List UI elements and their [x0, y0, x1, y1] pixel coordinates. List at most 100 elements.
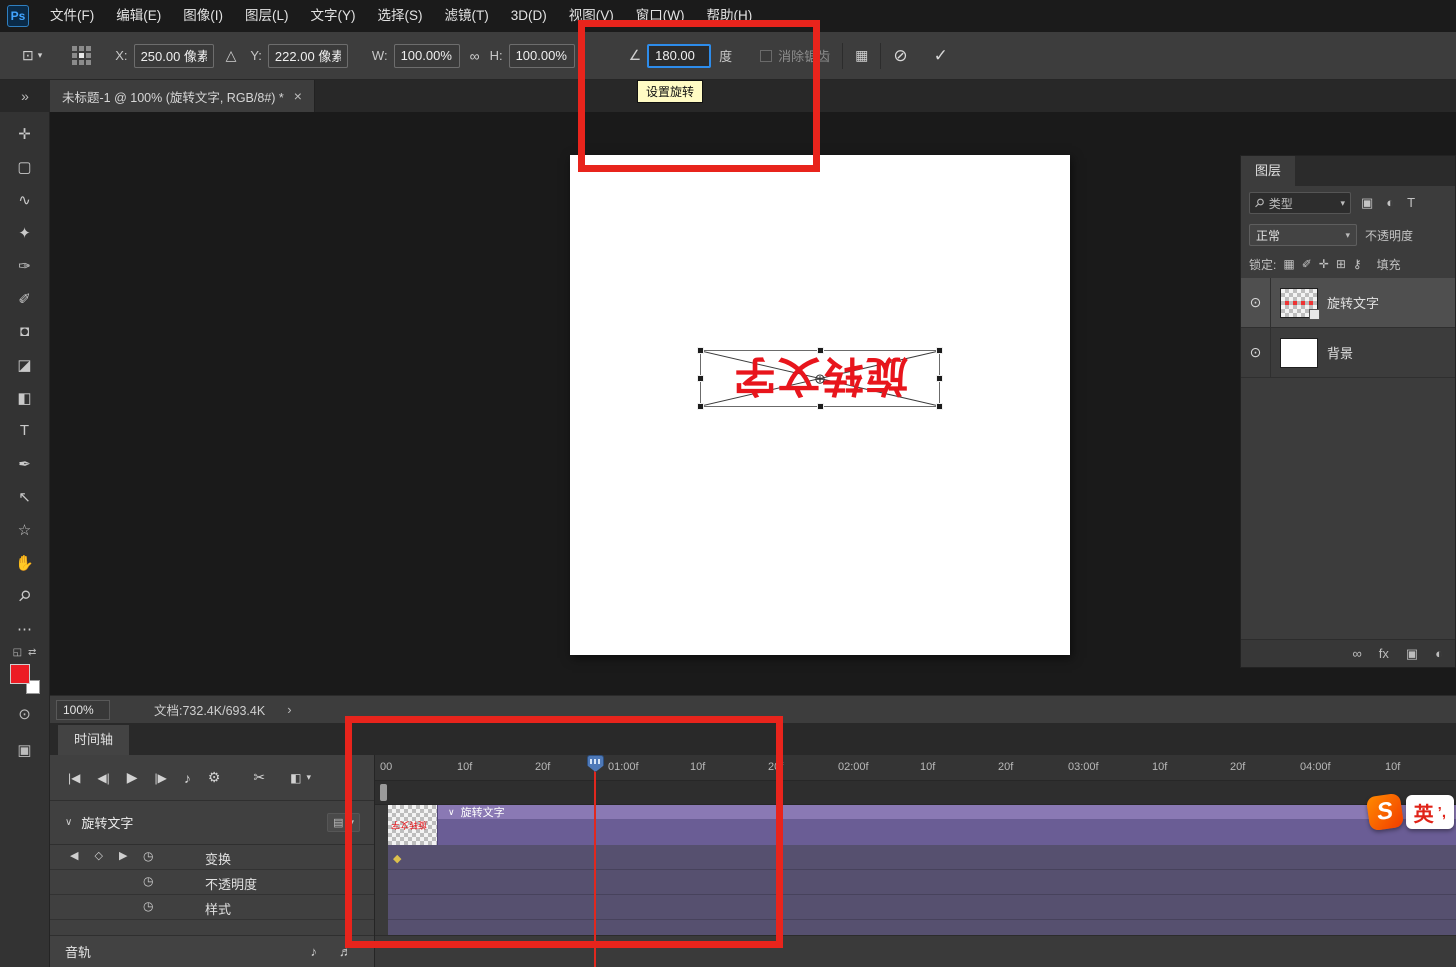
adjustment-layer-icon[interactable]: ◐ [1435, 646, 1443, 661]
timeline-ruler[interactable]: 00 10f 20f 01:00f 10f 20f 02:00f 10f 20f… [375, 755, 1456, 781]
transform-handle[interactable] [697, 403, 704, 410]
brush-tool[interactable]: ✐ [0, 282, 50, 315]
previous-keyframe-button[interactable]: ◀ [70, 849, 78, 862]
tab-timeline[interactable]: 时间轴 [58, 725, 130, 755]
link-dimensions-icon[interactable]: ∞ [470, 48, 480, 64]
marquee-tool[interactable]: ▢ [0, 150, 50, 183]
layer-row-rotated-text[interactable]: ⊙ 旋转文字 [1241, 278, 1455, 328]
audio-track-area[interactable] [375, 935, 1456, 967]
blend-mode-select[interactable]: 正常 ▾ [1249, 224, 1357, 246]
audio-speaker-icon[interactable]: ♪ [311, 944, 318, 959]
chevron-down-icon[interactable]: ∨ [448, 807, 455, 818]
stopwatch-icon[interactable]: ◷ [143, 849, 153, 863]
add-audio-icon[interactable]: ♬ [339, 944, 352, 959]
filter-adjustment-icon[interactable]: ◐ [1386, 195, 1394, 211]
layer-filter-select[interactable]: ⚲ 类型 ▾ [1249, 192, 1351, 214]
reference-point-locator[interactable] [72, 46, 92, 65]
clone-stamp-tool[interactable]: ◘ [0, 315, 50, 348]
antialias-checkbox[interactable] [760, 49, 773, 62]
split-clip-button[interactable]: ✂ [253, 769, 265, 786]
transform-center-point[interactable]: ⊕ [814, 370, 826, 387]
ime-language-bar[interactable]: 英 ’, [1405, 795, 1454, 829]
transform-track[interactable] [388, 845, 1456, 870]
keyframe-diamond-icon[interactable]: ◆ [393, 852, 401, 865]
layer-visibility-toggle[interactable]: ⊙ [1241, 328, 1271, 377]
property-track-area[interactable]: ◆ [388, 845, 1456, 935]
track-header-rotated-text[interactable]: ∨ 旋转文字 ▤ ▾ [50, 801, 374, 845]
eyedropper-tool[interactable]: ✑ [0, 249, 50, 282]
timeline-settings-button[interactable]: ⚙ [208, 769, 221, 786]
style-track[interactable] [388, 895, 1456, 920]
pen-tool[interactable]: ✒ [0, 447, 50, 480]
quick-selection-tool[interactable]: ✦ [0, 216, 50, 249]
menu-type[interactable]: 文字(Y) [300, 0, 367, 32]
track-options-button[interactable]: ▤ ▾ [327, 813, 360, 832]
type-tool[interactable]: T [0, 414, 50, 447]
tab-layers[interactable]: 图层 [1241, 156, 1296, 186]
go-to-start-button[interactable]: |◀ [68, 771, 80, 785]
custom-shape-tool[interactable]: ☆ [0, 513, 50, 546]
collapse-panels-icon[interactable]: » [0, 88, 50, 104]
ime-language-label[interactable]: 英 [1414, 798, 1434, 827]
layer-thumbnail[interactable] [1280, 337, 1318, 368]
stopwatch-icon[interactable]: ◷ [143, 899, 153, 913]
video-clip-rotated-text[interactable]: ∨ 旋转文字 旋转文字 [388, 805, 1456, 845]
audio-track-row[interactable]: 音轨 ♪ ♬ [50, 935, 374, 967]
work-area-start-handle[interactable] [380, 784, 387, 801]
next-keyframe-button[interactable]: ▶ [119, 849, 127, 862]
lock-all-icon[interactable]: ⚷ [1353, 257, 1362, 271]
document-tab[interactable]: 未标题-1 @ 100% (旋转文字, RGB/8#) * × [50, 80, 315, 112]
transform-handle[interactable] [817, 347, 824, 354]
document-canvas[interactable]: 旋转文字 ⊕ [570, 155, 1070, 655]
transform-handle[interactable] [936, 375, 943, 382]
warp-mode-button[interactable]: ▦ [855, 47, 868, 64]
lasso-tool[interactable]: ∿ [0, 183, 50, 216]
mute-audio-button[interactable]: ♪ [184, 770, 191, 786]
previous-frame-button[interactable]: ◀| [97, 771, 109, 785]
lock-paint-icon[interactable]: ✐ [1302, 257, 1312, 271]
more-tools-button[interactable]: ⋯ [0, 612, 50, 645]
hand-tool[interactable]: ✋ [0, 546, 50, 579]
menu-view[interactable]: 视图(V) [558, 0, 625, 32]
filter-type-icon[interactable]: T [1407, 195, 1415, 211]
menu-help[interactable]: 帮助(H) [695, 0, 763, 32]
filter-pixel-icon[interactable]: ▣ [1361, 195, 1373, 211]
status-expand-icon[interactable]: › [287, 702, 291, 717]
layer-style-fx-icon[interactable]: fx [1379, 646, 1389, 661]
ime-logo[interactable]: S [1365, 792, 1404, 832]
eraser-tool[interactable]: ◪ [0, 348, 50, 381]
color-swatches[interactable] [9, 664, 40, 694]
add-keyframe-button[interactable]: ◇ [94, 849, 102, 862]
menu-edit[interactable]: 编辑(E) [105, 0, 172, 32]
stopwatch-icon[interactable]: ◷ [143, 874, 153, 888]
layer-mask-icon[interactable]: ▣ [1406, 646, 1418, 662]
gradient-tool[interactable]: ◧ [0, 381, 50, 414]
swap-colors-icon[interactable]: ⇄ [28, 647, 36, 658]
transform-handle[interactable] [936, 347, 943, 354]
y-input[interactable] [267, 43, 348, 68]
foreground-color-swatch[interactable] [9, 664, 30, 684]
quick-mask-button[interactable]: ⊙ [0, 698, 50, 730]
x-input[interactable] [133, 43, 214, 68]
chevron-down-icon[interactable]: ∨ [65, 817, 72, 828]
transform-handle[interactable] [697, 375, 704, 382]
opacity-track[interactable] [388, 870, 1456, 895]
transform-handle[interactable] [817, 403, 824, 410]
menu-3d[interactable]: 3D(D) [500, 0, 558, 32]
h-input[interactable] [508, 43, 575, 68]
next-frame-button[interactable]: |▶ [155, 771, 167, 785]
work-area-bar[interactable] [375, 781, 1456, 805]
commit-transform-button[interactable]: ✓ [934, 46, 948, 66]
transform-tool-icon[interactable]: ⊡ ▾ [22, 47, 42, 64]
layer-row-background[interactable]: ⊙ 背景 [1241, 328, 1455, 378]
default-colors-icon[interactable]: ◱ [13, 647, 22, 658]
transform-handle[interactable] [936, 403, 943, 410]
move-tool[interactable]: ✛ [0, 117, 50, 150]
playhead-line[interactable] [594, 768, 596, 967]
transition-button[interactable]: ◧ [290, 771, 301, 785]
screen-mode-button[interactable]: ▣ [0, 734, 50, 766]
menu-image[interactable]: 图像(I) [172, 0, 234, 32]
layer-visibility-toggle[interactable]: ⊙ [1241, 278, 1271, 327]
link-layers-icon[interactable]: ∞ [1352, 646, 1361, 661]
menu-file[interactable]: 文件(F) [39, 0, 105, 32]
